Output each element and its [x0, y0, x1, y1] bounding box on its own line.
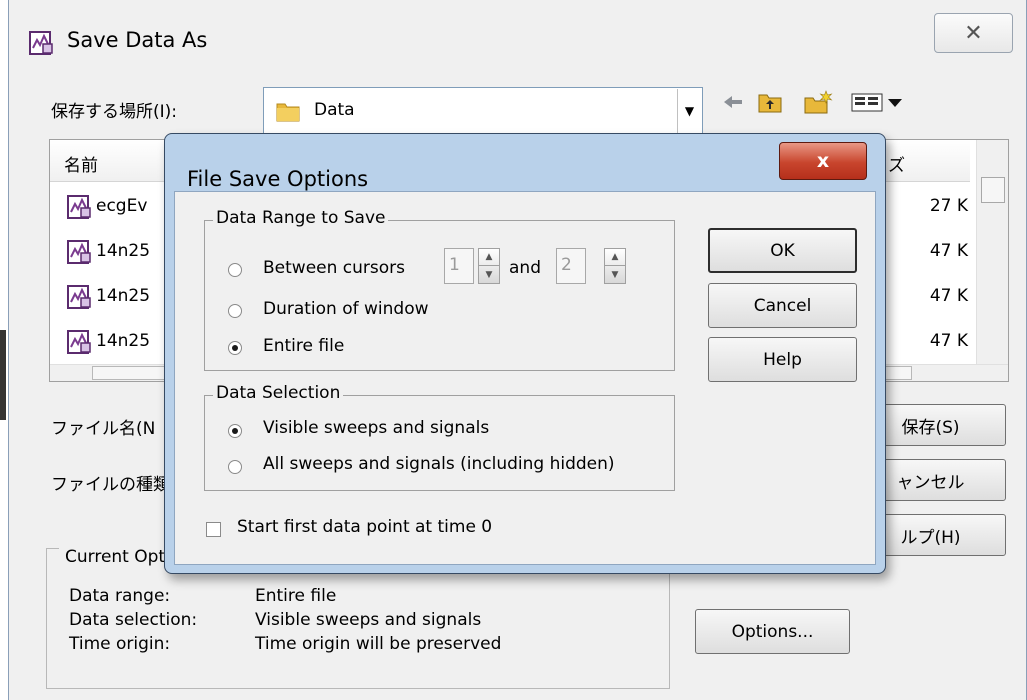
data-file-icon	[67, 195, 91, 219]
file-name: 14n25	[96, 331, 151, 351]
view-menu-icon[interactable]	[849, 88, 909, 116]
ok-button-label: OK	[770, 240, 795, 261]
radio-duration-of-window[interactable]	[228, 304, 242, 318]
data-selection-value: Visible sweeps and signals	[255, 610, 482, 630]
save-location-label: 保存する場所(I):	[51, 102, 178, 122]
time-origin-label: Time origin:	[69, 634, 171, 654]
current-options-legend: Current Opt	[59, 547, 172, 567]
options-button-label: Options...	[731, 621, 814, 642]
data-selection-group: Data Selection Visible sweeps and signal…	[204, 383, 675, 491]
file-name: ecgEv	[96, 196, 148, 216]
chevron-down-icon[interactable]: ▼	[677, 89, 701, 133]
data-range-group: Data Range to Save Between cursors 1 ▲ ▼…	[204, 208, 675, 371]
file-name-label: ファイル名(N	[51, 419, 156, 439]
window-title: Save Data As	[67, 28, 208, 52]
close-button[interactable]: ✕	[934, 13, 1013, 53]
cursor-from-spinner[interactable]: ▲ ▼	[478, 248, 500, 284]
folder-icon	[276, 103, 300, 122]
dialog-body: Data Range to Save Between cursors 1 ▲ ▼…	[174, 191, 876, 565]
data-range-legend: Data Range to Save	[213, 208, 389, 228]
time-origin-value: Time origin will be preserved	[255, 634, 502, 654]
cursor-from-field[interactable]: 1	[444, 248, 474, 284]
scrollbar-thumb[interactable]	[981, 177, 1005, 203]
spin-up-icon[interactable]: ▲	[605, 249, 625, 266]
save-button-label: 保存(S)	[901, 417, 960, 438]
dialog-help-button[interactable]: Help	[708, 337, 857, 382]
data-selection-legend: Data Selection	[213, 383, 344, 403]
help-button-label: ルプ(H)	[900, 527, 961, 548]
close-icon: ✕	[964, 20, 983, 46]
data-file-icon	[67, 240, 91, 264]
dialog-cancel-label: Cancel	[753, 295, 812, 316]
spin-up-icon[interactable]: ▲	[479, 249, 499, 266]
column-header-size[interactable]: ズ	[888, 151, 905, 176]
spin-down-icon[interactable]: ▼	[479, 266, 499, 283]
start-at-zero-checkbox[interactable]	[206, 522, 221, 537]
dialog-help-label: Help	[763, 349, 802, 370]
file-name: 14n25	[96, 241, 151, 261]
dialog-cancel-button[interactable]: Cancel	[708, 283, 857, 328]
radio-visible-sweeps[interactable]	[228, 424, 242, 438]
save-location-dropdown[interactable]: Data ▼	[263, 87, 703, 135]
visible-sweeps-label: Visible sweeps and signals	[263, 418, 490, 438]
save-location-value: Data	[314, 100, 355, 120]
cursor-to-spinner[interactable]: ▲ ▼	[604, 248, 626, 284]
file-size: 47 K	[929, 286, 968, 306]
file-size: 27 K	[929, 196, 968, 216]
file-name: 14n25	[96, 286, 151, 306]
column-header-name[interactable]: 名前	[64, 151, 98, 176]
cursor-to-field[interactable]: 2	[556, 248, 586, 284]
data-range-label: Data range:	[69, 586, 171, 606]
data-file-icon	[67, 330, 91, 354]
data-selection-label: Data selection:	[69, 610, 198, 630]
duration-of-window-label: Duration of window	[263, 299, 429, 319]
start-at-zero-label: Start first data point at time 0	[237, 517, 493, 537]
file-size: 47 K	[929, 331, 968, 351]
entire-file-label: Entire file	[263, 336, 345, 356]
data-file-icon	[67, 285, 91, 309]
file-save-options-dialog: File Save Options x Data Range to Save B…	[164, 133, 886, 574]
window-edge-shadow	[0, 330, 6, 420]
back-arrow-icon[interactable]	[721, 88, 745, 116]
radio-between-cursors[interactable]	[228, 263, 242, 277]
up-folder-icon[interactable]	[757, 88, 783, 116]
cancel-button-label: ャンセル	[896, 472, 965, 493]
radio-entire-file[interactable]	[228, 341, 242, 355]
vertical-scrollbar[interactable]	[976, 140, 1008, 366]
data-range-value: Entire file	[255, 586, 337, 606]
radio-all-sweeps[interactable]	[228, 460, 242, 474]
and-label: and	[509, 258, 541, 278]
ok-button[interactable]: OK	[708, 228, 857, 273]
new-folder-icon[interactable]	[804, 88, 834, 116]
spin-down-icon[interactable]: ▼	[605, 266, 625, 283]
between-cursors-label: Between cursors	[263, 258, 406, 278]
data-file-icon	[29, 31, 53, 55]
dialog-title: File Save Options	[187, 167, 369, 191]
file-type-label: ファイルの種類	[51, 475, 170, 495]
close-icon: x	[816, 150, 830, 172]
file-size: 47 K	[929, 241, 968, 261]
options-button[interactable]: Options...	[695, 609, 850, 654]
dialog-close-button[interactable]: x	[779, 142, 867, 180]
all-sweeps-label: All sweeps and signals (including hidden…	[263, 454, 615, 474]
